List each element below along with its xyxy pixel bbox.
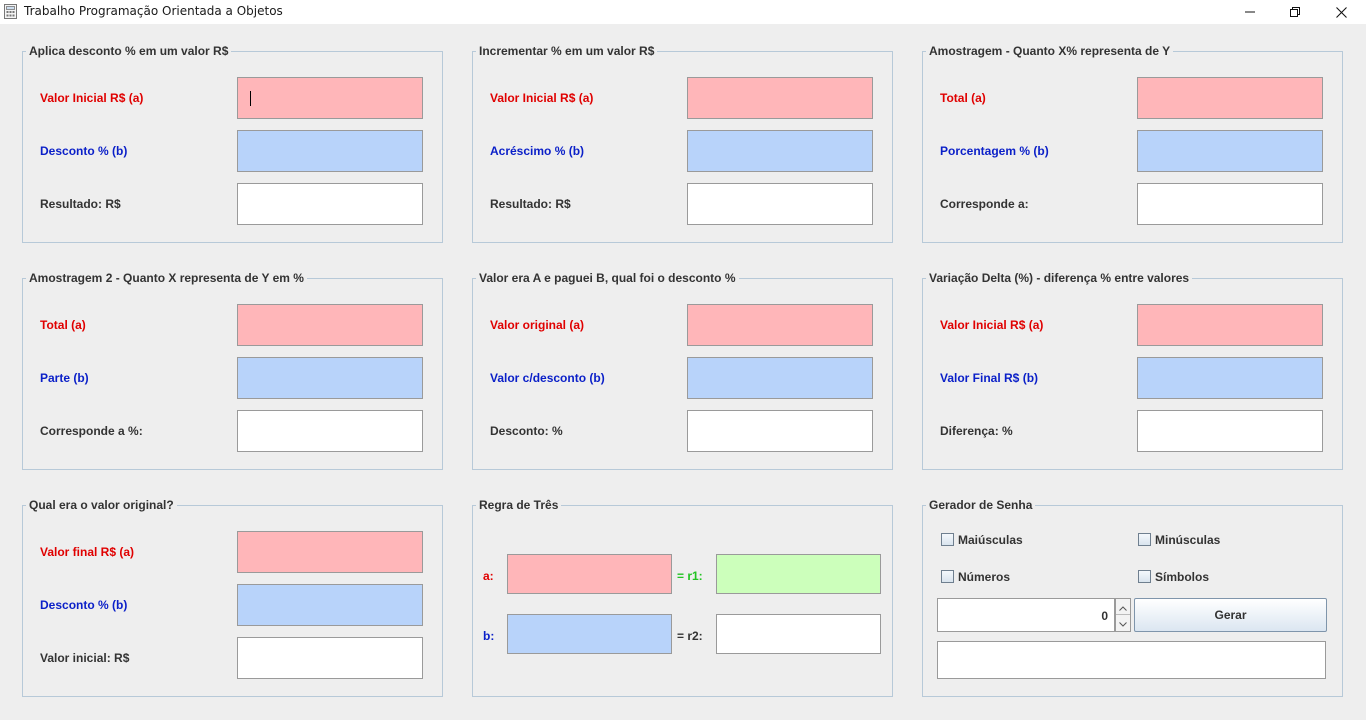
- maiusculas-checkbox[interactable]: [941, 533, 954, 546]
- diferenca-field[interactable]: [1137, 410, 1323, 452]
- label-desconto: Desconto % (b): [40, 598, 128, 612]
- label-desconto-percent: Desconto: %: [490, 424, 563, 438]
- panel-desconto-pago: Valor era A e paguei B, qual foi o desco…: [472, 271, 893, 470]
- text-caret: [250, 91, 251, 106]
- resultado-field[interactable]: [687, 183, 873, 225]
- panel-regra-tres: Regra de Três a: = r1: b: = r2:: [472, 498, 893, 697]
- panel-amostragem: Amostragem - Quanto X% representa de Y T…: [922, 44, 1343, 243]
- panel-incremento: Incrementar % em um valor R$ Valor Inici…: [472, 44, 893, 243]
- numeros-checkbox[interactable]: [941, 570, 954, 583]
- label-a: a:: [483, 569, 494, 583]
- label-resultado: Resultado: R$: [40, 197, 121, 211]
- panel-title: Incrementar % em um valor R$: [476, 44, 658, 58]
- desconto-field[interactable]: [237, 584, 423, 626]
- panel-title: Valor era A e paguei B, qual foi o desco…: [476, 271, 739, 285]
- chevron-down-icon: [1119, 614, 1127, 632]
- minimize-button[interactable]: [1227, 0, 1273, 24]
- valor-com-desconto-field[interactable]: [687, 357, 873, 399]
- r1-field[interactable]: [716, 554, 881, 594]
- simbolos-checkbox[interactable]: [1138, 570, 1151, 583]
- parte-field[interactable]: [237, 357, 423, 399]
- label-total: Total (a): [940, 91, 986, 105]
- label-total: Total (a): [40, 318, 86, 332]
- restore-icon: [1290, 7, 1300, 17]
- panel-amostragem2: Amostragem 2 - Quanto X representa de Y …: [22, 271, 443, 470]
- b-field[interactable]: [507, 614, 672, 654]
- desconto-percent-field[interactable]: [687, 410, 873, 452]
- chevron-up-icon: [1119, 598, 1127, 616]
- label-parte: Parte (b): [40, 371, 89, 385]
- spinner-up-button[interactable]: [1116, 599, 1130, 615]
- restore-button[interactable]: [1272, 0, 1318, 24]
- panel-title: Amostragem 2 - Quanto X representa de Y …: [26, 271, 307, 285]
- acrescimo-field[interactable]: [687, 130, 873, 172]
- label-corresponde-percent: Corresponde a %:: [40, 424, 143, 438]
- label-valor-final: Valor Final R$ (b): [940, 371, 1039, 385]
- panel-title: Aplica desconto % em um valor R$: [26, 44, 232, 58]
- panel-valor-original: Qual era o valor original? Valor final R…: [22, 498, 443, 697]
- length-spinner-buttons: [1115, 598, 1131, 632]
- app-icon: [4, 4, 17, 19]
- minusculas-label: Minúsculas: [1155, 533, 1221, 547]
- maiusculas-label: Maiúsculas: [958, 533, 1023, 547]
- panel-gerador-senha: Gerador de Senha Maiúsculas Minúsculas N…: [922, 498, 1343, 697]
- minusculas-checkbox[interactable]: [1138, 533, 1151, 546]
- label-b: b:: [483, 629, 495, 643]
- desconto-field[interactable]: [237, 130, 423, 172]
- porcentagem-field[interactable]: [1137, 130, 1323, 172]
- panel-title: Amostragem - Quanto X% representa de Y: [926, 44, 1174, 58]
- a-field[interactable]: [507, 554, 672, 594]
- spinner-down-button[interactable]: [1116, 615, 1130, 631]
- label-valor-com-desconto: Valor c/desconto (b): [490, 371, 605, 385]
- valor-final-field[interactable]: [237, 531, 423, 573]
- corresponde-field[interactable]: [1137, 183, 1323, 225]
- window-title: Trabalho Programação Orientada a Objetos: [24, 4, 283, 18]
- label-valor-inicial: Valor Inicial R$ (a): [40, 91, 144, 105]
- label-acrescimo: Acréscimo % (b): [490, 144, 585, 158]
- label-porcentagem: Porcentagem % (b): [940, 144, 1049, 158]
- panel-desconto: Aplica desconto % em um valor R$ Valor I…: [22, 44, 443, 243]
- total-field[interactable]: [1137, 77, 1323, 119]
- length-spinner-field[interactable]: 0: [937, 598, 1115, 632]
- r2-field[interactable]: [716, 614, 881, 654]
- panel-title: Gerador de Senha: [926, 498, 1036, 512]
- gerar-button[interactable]: Gerar: [1134, 598, 1327, 632]
- minimize-icon: [1245, 7, 1255, 17]
- valor-inicial-field[interactable]: [687, 77, 873, 119]
- panel-variacao: Variação Delta (%) - diferença % entre v…: [922, 271, 1343, 470]
- password-output-field[interactable]: [937, 641, 1326, 679]
- valor-inicial-field[interactable]: [1137, 304, 1323, 346]
- panel-title: Regra de Três: [476, 498, 562, 512]
- label-valor-inicial: Valor Inicial R$ (a): [490, 91, 594, 105]
- label-r2: = r2:: [677, 629, 703, 643]
- panel-title: Qual era o valor original?: [26, 498, 177, 512]
- close-icon: [1335, 6, 1347, 18]
- label-desconto: Desconto % (b): [40, 144, 128, 158]
- corresponde-percent-field[interactable]: [237, 410, 423, 452]
- label-valor-original: Valor original (a): [490, 318, 585, 332]
- label-corresponde: Corresponde a:: [940, 197, 1029, 211]
- label-diferenca: Diferença: %: [940, 424, 1013, 438]
- valor-inicial-field[interactable]: [237, 77, 423, 119]
- label-valor-inicial: Valor inicial: R$: [40, 651, 130, 665]
- label-valor-final: Valor final R$ (a): [40, 545, 135, 559]
- label-resultado: Resultado: R$: [490, 197, 571, 211]
- title-bar: Trabalho Programação Orientada a Objetos: [0, 0, 1366, 24]
- valor-final-field[interactable]: [1137, 357, 1323, 399]
- label-valor-inicial: Valor Inicial R$ (a): [940, 318, 1044, 332]
- valor-inicial-field[interactable]: [237, 637, 423, 679]
- numeros-label: Números: [958, 570, 1011, 584]
- length-value: 0: [1101, 609, 1108, 623]
- simbolos-label: Símbolos: [1155, 570, 1210, 584]
- valor-original-field[interactable]: [687, 304, 873, 346]
- close-button[interactable]: [1318, 0, 1364, 24]
- label-r1: = r1:: [677, 569, 703, 583]
- resultado-field[interactable]: [237, 183, 423, 225]
- total-field[interactable]: [237, 304, 423, 346]
- panel-title: Variação Delta (%) - diferença % entre v…: [926, 271, 1193, 285]
